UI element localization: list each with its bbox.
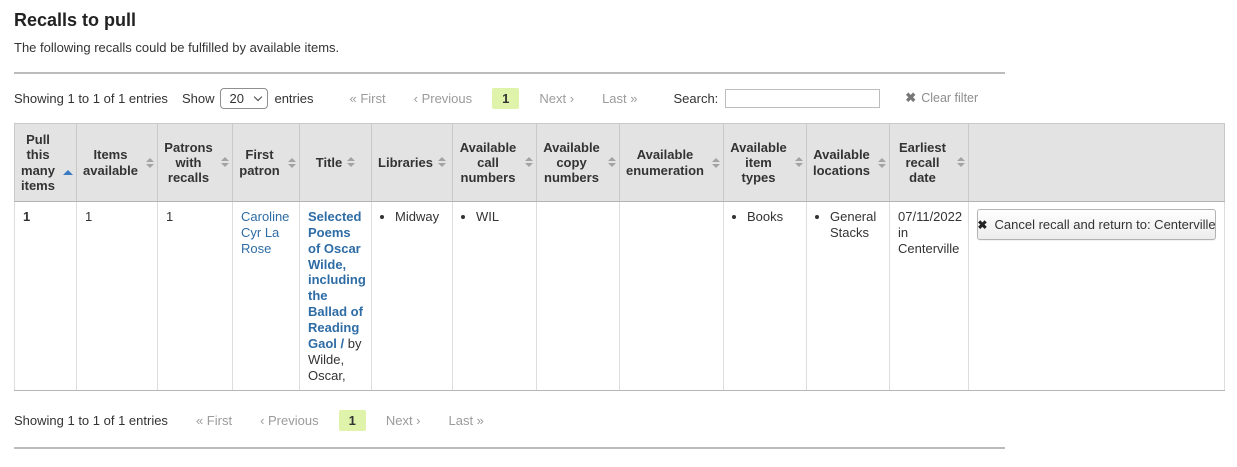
column-header-title[interactable]: Title <box>300 124 372 202</box>
first-page-button[interactable]: « First <box>182 413 246 428</box>
column-header-label: Title <box>316 155 343 170</box>
column-header-available-item-types[interactable]: Available item types <box>724 124 807 202</box>
column-header-earliest-recall-date[interactable]: Earliest recall date <box>890 124 969 202</box>
sort-icon <box>712 158 720 168</box>
cell-actions: ✖ Cancel recall and return to: Centervil… <box>969 202 1225 391</box>
column-header-available-copy-numbers[interactable]: Available copy numbers <box>537 124 620 202</box>
column-header-label: Available copy numbers <box>540 140 603 186</box>
column-header-available-locations[interactable]: Available locations <box>807 124 890 202</box>
sort-icon <box>608 157 616 167</box>
previous-page-button[interactable]: ‹ Previous <box>246 413 333 428</box>
library-item: Midway <box>395 209 444 225</box>
column-header-label: Pull this many items <box>18 132 58 193</box>
item-type-item: Books <box>747 209 798 225</box>
show-label: Show <box>182 91 215 106</box>
cell-earliest-recall-date: 07/11/2022 in Centerville <box>890 202 969 391</box>
sort-icon <box>347 157 355 167</box>
divider-bottom <box>14 447 1005 449</box>
clear-filter-label: Clear filter <box>921 91 978 105</box>
last-page-button[interactable]: Last » <box>435 413 498 428</box>
cell-items-available: 1 <box>77 202 158 391</box>
column-header-items-available[interactable]: Items available <box>77 124 158 202</box>
sort-icon <box>438 157 446 167</box>
pagination-top: « First ‹ Previous 1 Next › Last » <box>336 88 652 109</box>
sort-icon <box>878 158 886 168</box>
column-header-actions <box>969 124 1225 202</box>
cell-pull-items: 1 <box>15 202 77 391</box>
clear-filter-x-icon: ✖ <box>905 90 916 106</box>
cancel-recall-label: Cancel recall and return to: Centerville <box>994 217 1215 232</box>
column-header-label: Items available <box>80 147 141 178</box>
chevron-down-icon <box>254 92 262 100</box>
cell-first-patron: Caroline Cyr La Rose <box>233 202 300 391</box>
search-label: Search: <box>673 91 718 106</box>
table-row: 1 1 1 Caroline Cyr La Rose Selected Poem… <box>15 202 1225 391</box>
pagination-bottom: « First ‹ Previous 1 Next › Last » <box>182 410 498 431</box>
next-page-button[interactable]: Next › <box>525 91 588 106</box>
recalls-table: Pull this many items Items available Pat… <box>14 123 1225 391</box>
sort-icon <box>146 158 154 168</box>
cancel-x-icon: ✖ <box>977 218 987 232</box>
column-header-label: Patrons with recalls <box>161 140 216 186</box>
page-size-select[interactable]: 20 <box>220 88 268 109</box>
divider-top <box>14 72 1005 74</box>
location-item: General Stacks <box>830 209 881 241</box>
next-page-button[interactable]: Next › <box>372 413 435 428</box>
page-title: Recalls to pull <box>14 10 1237 31</box>
table-controls-bottom: Showing 1 to 1 of 1 entries « First ‹ Pr… <box>14 409 1237 431</box>
cell-libraries: Midway <box>372 202 453 391</box>
column-header-patrons-with-recalls[interactable]: Patrons with recalls <box>158 124 233 202</box>
column-header-label: Available enumeration <box>623 147 707 178</box>
column-header-label: First patron <box>236 147 283 178</box>
current-page-button[interactable]: 1 <box>339 410 366 431</box>
last-page-button[interactable]: Last » <box>588 91 651 106</box>
previous-page-button[interactable]: ‹ Previous <box>400 91 487 106</box>
cell-available-call-numbers: WIL <box>453 202 537 391</box>
sort-icon <box>221 157 229 167</box>
column-header-available-enumeration[interactable]: Available enumeration <box>620 124 724 202</box>
column-header-label: Available item types <box>727 140 790 186</box>
table-controls-top: Showing 1 to 1 of 1 entries Show 20 entr… <box>14 87 1237 109</box>
column-header-pull-items[interactable]: Pull this many items <box>15 124 77 202</box>
sort-icon <box>957 157 965 167</box>
cell-available-item-types: Books <box>724 202 807 391</box>
column-header-libraries[interactable]: Libraries <box>372 124 453 202</box>
current-page-button[interactable]: 1 <box>492 88 519 109</box>
page-subtitle: The following recalls could be fulfilled… <box>14 40 1237 55</box>
sort-ascending-icon <box>63 155 73 170</box>
column-header-first-patron[interactable]: First patron <box>233 124 300 202</box>
sort-icon <box>288 158 296 168</box>
column-header-label: Available locations <box>810 147 873 178</box>
cell-available-locations: General Stacks <box>807 202 890 391</box>
search-input[interactable] <box>725 89 880 108</box>
cell-available-enumeration <box>620 202 724 391</box>
cell-title: Selected Poems of Oscar Wilde, including… <box>300 202 372 391</box>
header-row: Pull this many items Items available Pat… <box>15 124 1225 202</box>
cell-available-copy-numbers <box>537 202 620 391</box>
patron-link[interactable]: Caroline Cyr La Rose <box>241 209 289 256</box>
entries-info-bottom: Showing 1 to 1 of 1 entries <box>14 413 168 428</box>
first-page-button[interactable]: « First <box>336 91 400 106</box>
recalls-to-pull-page: Recalls to pull The following recalls co… <box>0 10 1237 449</box>
sort-icon <box>795 157 803 167</box>
column-header-label: Available call numbers <box>456 140 520 186</box>
entries-info-top: Showing 1 to 1 of 1 entries <box>14 91 168 106</box>
column-header-label: Earliest recall date <box>893 140 952 186</box>
title-link[interactable]: Selected Poems of Oscar Wilde, including… <box>308 209 366 351</box>
call-number-item: WIL <box>476 209 528 225</box>
column-header-label: Libraries <box>378 155 433 170</box>
sort-icon <box>525 157 533 167</box>
clear-filter-button[interactable]: ✖ Clear filter <box>905 90 978 106</box>
column-header-available-call-numbers[interactable]: Available call numbers <box>453 124 537 202</box>
page-size-value: 20 <box>229 91 243 106</box>
cancel-recall-button[interactable]: ✖ Cancel recall and return to: Centervil… <box>977 209 1216 240</box>
page-size-group: Show 20 entries <box>182 88 320 109</box>
entries-label: entries <box>274 91 313 106</box>
cell-patrons-with-recalls: 1 <box>158 202 233 391</box>
